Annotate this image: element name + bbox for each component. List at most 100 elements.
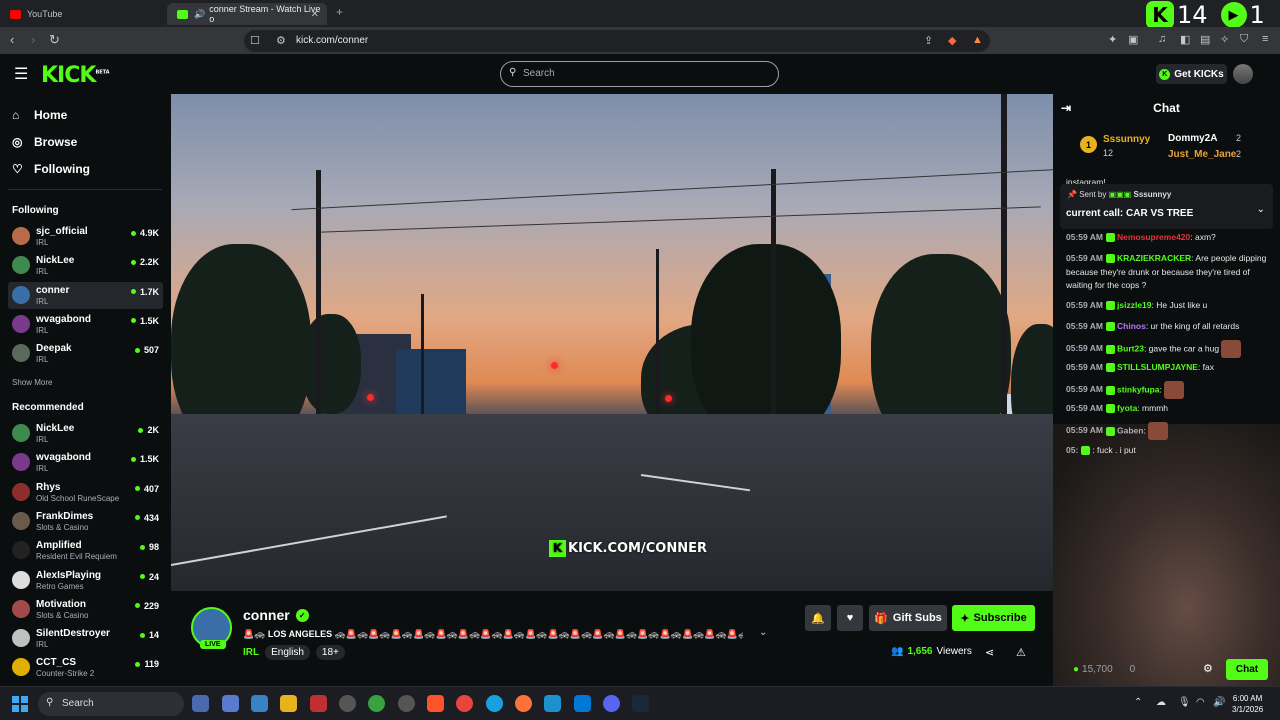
chevron-up-icon[interactable]: ⌃ (1134, 697, 1142, 708)
wifi-icon[interactable]: ◠ (1196, 697, 1205, 708)
channel-row[interactable]: NickLee IRL 2K (8, 420, 163, 447)
message-username[interactable]: fyota (1117, 403, 1137, 413)
category-link[interactable]: IRL (243, 647, 259, 658)
streamer-name[interactable]: conner ✓ (243, 607, 309, 623)
network-icon[interactable]: ☁ (1156, 697, 1166, 708)
close-tab-icon[interactable]: ✕ (311, 9, 319, 20)
app-icon[interactable] (192, 695, 209, 712)
video-player[interactable]: K KICK.COM/CONNER (171, 94, 1053, 591)
channel-row[interactable]: Rhys Old School RuneScape 407 (8, 479, 163, 506)
app-icon[interactable] (398, 695, 415, 712)
tab-kick-stream[interactable]: 🔊 conner Stream - Watch Live o ✕ (167, 3, 327, 25)
tab-youtube[interactable]: YouTube (0, 3, 165, 25)
app-icon[interactable] (339, 695, 356, 712)
channel-row[interactable]: CCT_CS Counter-Strike 2 119 (8, 654, 163, 681)
media-icon[interactable]: ♫ (1158, 33, 1166, 45)
chevron-down-icon[interactable]: ⌄ (1257, 204, 1265, 215)
user-avatar[interactable] (1233, 64, 1253, 84)
menu-icon[interactable]: ≡ (1262, 33, 1268, 45)
back-icon[interactable]: ‹ (10, 32, 14, 47)
gear-icon[interactable]: ⚙ (1203, 662, 1213, 675)
collapse-chat-icon[interactable]: ⇥ (1061, 101, 1071, 115)
sidebar-item-home[interactable]: ⌂ Home (12, 105, 67, 125)
forward-icon[interactable]: › (31, 32, 35, 47)
message-username[interactable]: Burt23 (1117, 343, 1144, 353)
message-username[interactable]: Nemosupreme420 (1117, 232, 1190, 242)
follow-button[interactable]: ♥ (837, 605, 863, 631)
show-more-link[interactable]: Show More (12, 378, 52, 387)
discord-icon[interactable] (603, 695, 620, 712)
channel-row[interactable]: Motivation Slots & Casino 229 (8, 596, 163, 623)
volume-icon[interactable]: 🔊 (1213, 697, 1225, 708)
report-icon[interactable]: ⚠ (1016, 646, 1026, 659)
message-username[interactable]: KRAZIEKRACKER (1117, 253, 1191, 263)
channel-row[interactable]: conner IRL 1.7K (8, 281, 163, 309)
channel-row[interactable]: AlexIsPlaying Retro Games 24 (8, 567, 163, 594)
chevron-down-icon[interactable]: ⌄ (759, 627, 767, 638)
leaderboard-user[interactable]: Dommy2A (1168, 133, 1217, 144)
get-kicks-button[interactable]: K Get KICKs (1156, 64, 1227, 84)
wallet-icon[interactable]: ▤ (1200, 33, 1210, 46)
channel-row[interactable]: Deepak IRL 507 (8, 340, 163, 367)
message-username[interactable]: jsizzle19 (1117, 300, 1152, 310)
share-icon[interactable]: ⋖ (985, 646, 994, 659)
vpn-icon[interactable]: ⛉ (1240, 33, 1248, 46)
hamburger-menu-icon[interactable]: ☰ (14, 64, 28, 84)
tag-age[interactable]: 18+ (315, 645, 345, 660)
app-icon[interactable] (544, 695, 561, 712)
search-input[interactable]: ⚲ Search (500, 61, 779, 87)
get-kicks-label: Get KICKs (1174, 68, 1224, 80)
channel-row[interactable]: FrankDimes Slots & Casino 434 (8, 508, 163, 535)
message-username[interactable]: stinkyfupa (1117, 384, 1160, 394)
app-icon[interactable] (368, 695, 385, 712)
app-icon[interactable] (222, 695, 239, 712)
message-username[interactable]: STILLSLUMPJAYNE (1117, 362, 1198, 372)
rewards-icon[interactable]: ▲ (972, 34, 983, 46)
chat-send-button[interactable]: Chat (1226, 659, 1268, 680)
steam-icon[interactable] (632, 695, 649, 712)
mic-icon[interactable]: 🎙 (1178, 697, 1191, 708)
leaderboard-user[interactable]: Just_Me_Jane (1168, 149, 1236, 160)
share-icon[interactable]: ⇪ (924, 34, 933, 47)
leaderboard-user[interactable]: Sssunnyy (1103, 134, 1150, 145)
channel-row[interactable]: Amplified Resident Evil Requiem 98 (8, 537, 163, 564)
leo-icon[interactable]: ✧ (1220, 33, 1229, 46)
brave-icon[interactable] (427, 695, 444, 712)
channel-row[interactable]: sjc_official IRL 4.9K (8, 223, 163, 250)
file-explorer-icon[interactable] (280, 695, 297, 712)
brave-shield-icon[interactable]: ◆ (948, 34, 956, 47)
message-username[interactable]: Gaben (1117, 425, 1143, 435)
sidebar-icon[interactable]: ◧ (1180, 33, 1190, 46)
app-icon[interactable] (251, 695, 268, 712)
extensions-icon[interactable]: ✦ (1108, 33, 1117, 46)
taskbar-clock[interactable]: 6:00 AM 3/1/2026 (1232, 693, 1263, 715)
gift-subs-button[interactable]: 🎁 Gift Subs (869, 605, 947, 631)
sidebar-item-following[interactable]: ♡ Following (12, 159, 90, 179)
channel-row[interactable]: NickLee IRL 2.2K (8, 252, 163, 279)
notification-button[interactable]: 🔔 (805, 605, 831, 631)
channel-row[interactable]: wvagabond IRL 1.5K (8, 449, 163, 476)
subscribe-button[interactable]: ✦ Subscribe (952, 605, 1035, 631)
sidebar-item-browse[interactable]: ◎ Browse (12, 132, 77, 152)
app-icon[interactable] (310, 695, 327, 712)
url-bar[interactable]: ☐ ⚙ kick.com/conner ⇪ ◆ ▲ (244, 30, 990, 52)
taskbar-search[interactable]: ⚲ Search (38, 692, 184, 716)
channel-row[interactable]: wvagabond IRL 1.5K (8, 311, 163, 338)
channel-row[interactable]: SilentDestroyer IRL 14 (8, 625, 163, 652)
url-text[interactable]: kick.com/conner (296, 35, 368, 46)
bookmark-icon[interactable]: ☐ (250, 34, 260, 47)
reload-icon[interactable]: ↻ (49, 32, 60, 48)
edge-icon[interactable] (486, 695, 503, 712)
tag-language[interactable]: English (265, 645, 310, 660)
firefox-icon[interactable] (515, 695, 532, 712)
kicks-coin-icon: ● (1073, 664, 1080, 675)
site-info-icon[interactable]: ⚙ (276, 34, 286, 47)
badge-icon (1106, 363, 1116, 373)
new-tab-button[interactable]: + (336, 5, 343, 19)
windows-start-icon[interactable] (12, 696, 28, 712)
message-username[interactable]: Chinos (1117, 321, 1146, 331)
screenshot-icon[interactable]: ▣ (1128, 33, 1138, 46)
chrome-icon[interactable] (456, 695, 473, 712)
vscode-icon[interactable] (574, 695, 591, 712)
kick-logo[interactable]: KICKBETA (41, 63, 110, 88)
